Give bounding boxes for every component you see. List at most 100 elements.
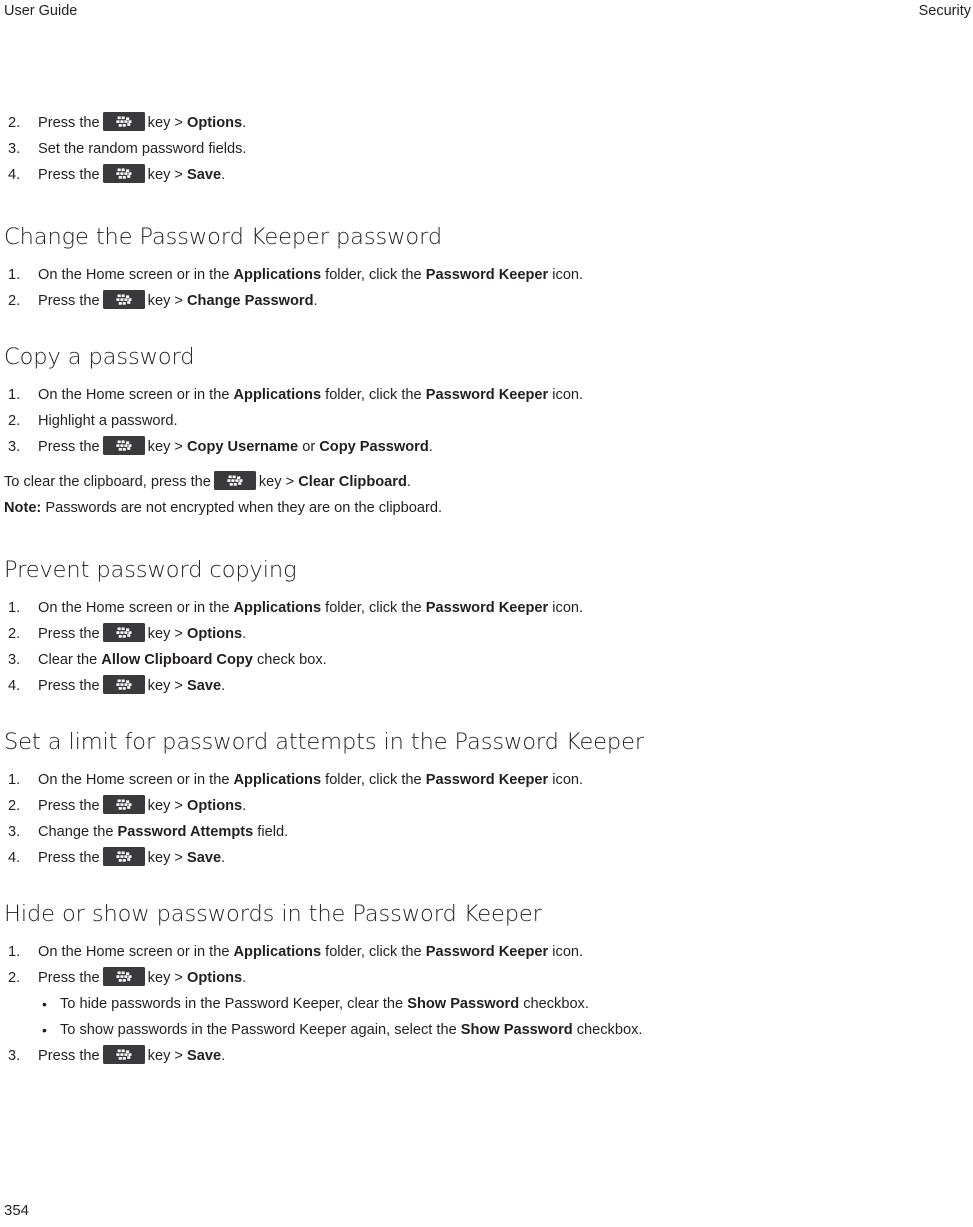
step-bold-term: Change Password <box>187 293 314 309</box>
step-text-pre: Press the <box>38 115 100 131</box>
step-text-pre: On the Home screen or in the <box>38 387 230 403</box>
step-text-pre: On the Home screen or in the <box>38 944 230 960</box>
list-marker: 4. <box>8 678 21 694</box>
step-bold-term: Copy Username <box>187 439 299 455</box>
step-text: Set the random password fields. <box>38 141 247 157</box>
step-text-post: check box. <box>256 652 327 668</box>
paragraph-text-post: . <box>406 474 411 490</box>
step-list-password-attempts: 1. On the Home screen or in the Applicat… <box>0 767 960 871</box>
step-text-pre: Change the <box>38 824 114 840</box>
bullet-text-post: checkbox. <box>523 996 589 1012</box>
step-list-hide-show-passwords: 1. On the Home screen or in the Applicat… <box>0 939 960 991</box>
step-bold-term: Allow Clipboard Copy <box>101 652 253 668</box>
step-text-mid: folder, click the <box>325 387 422 403</box>
list-item: 4. Press the key > Save. <box>0 845 960 871</box>
step-bold-term-2: Password Keeper <box>425 772 549 788</box>
step-text-post: icon. <box>552 944 584 960</box>
list-marker: 2. <box>8 413 21 429</box>
step-text-post: . <box>242 798 247 814</box>
list-item: 2. Press the key > Options. <box>0 965 960 991</box>
blackberry-menu-key-icon <box>213 471 256 490</box>
note-label: Note: <box>4 500 42 516</box>
list-marker: 2. <box>8 115 21 131</box>
step-text-pre: Press the <box>38 439 100 455</box>
step-bold-term: Applications <box>233 267 322 283</box>
list-marker: 4. <box>8 167 21 183</box>
step-text-post: . <box>428 439 433 455</box>
step-text-mid: folder, click the <box>325 772 422 788</box>
step-text-pre: On the Home screen or in the <box>38 600 230 616</box>
list-marker: 3. <box>8 141 21 157</box>
page-number: 354 <box>4 1202 30 1219</box>
step-bold-term: Save <box>187 167 222 183</box>
step-text-post: . <box>221 850 226 866</box>
step-text-mid: key > <box>147 850 183 866</box>
step-text-mid: key > <box>147 798 183 814</box>
list-marker: 3. <box>8 1048 21 1064</box>
list-item: 1. On the Home screen or in the Applicat… <box>0 595 960 621</box>
step-bold-term: Applications <box>233 772 322 788</box>
step-list-copy-password: 1. On the Home screen or in the Applicat… <box>0 382 960 460</box>
section-heading-change-password: Change the Password Keeper password <box>4 224 443 250</box>
note-text: Passwords are not encrypted when they ar… <box>45 500 443 516</box>
blackberry-menu-key-icon <box>102 164 145 183</box>
paragraph-bold-term: Clear Clipboard <box>298 474 407 490</box>
step-text-mid: key > <box>147 293 183 309</box>
blackberry-menu-key-icon <box>102 967 145 986</box>
header-document-title: User Guide <box>4 3 78 19</box>
step-text-post: . <box>221 678 226 694</box>
clear-clipboard-paragraph: To clear the clipboard, press the key > C… <box>0 469 960 495</box>
list-marker: 1. <box>8 600 21 616</box>
step-bold-term: Options <box>187 626 243 642</box>
bullet-marker: • <box>42 996 47 1012</box>
bullet-text-pre: To show passwords in the Password Keeper… <box>60 1022 457 1038</box>
list-item: 1. On the Home screen or in the Applicat… <box>0 382 960 408</box>
step-text-pre: Press the <box>38 970 100 986</box>
list-item: 4. Press the key > Save. <box>0 673 960 699</box>
step-text-mid: key > <box>147 678 183 694</box>
bullet-marker: • <box>42 1022 47 1038</box>
list-marker: 3. <box>8 824 21 840</box>
list-item: 3. Press the key > Save. <box>0 1043 960 1069</box>
bullet-text-pre: To hide passwords in the Password Keeper… <box>60 996 404 1012</box>
step-list-change-password: 1. On the Home screen or in the Applicat… <box>0 262 960 314</box>
step-bold-term: Save <box>187 1048 222 1064</box>
step-text-post: field. <box>257 824 289 840</box>
bullet-bold-term: Show Password <box>407 996 520 1012</box>
section-heading-copy-password: Copy a password <box>4 344 195 370</box>
blackberry-menu-key-icon <box>102 1045 145 1064</box>
step-text-post: icon. <box>552 600 584 616</box>
list-marker: 4. <box>8 850 21 866</box>
step-text-post: . <box>221 1048 226 1064</box>
step-text-mid: folder, click the <box>325 600 422 616</box>
bullet-bold-term: Show Password <box>460 1022 573 1038</box>
section-heading-password-attempts: Set a limit for password attempts in the… <box>4 729 645 755</box>
step-bold-term: Options <box>187 115 243 131</box>
section-heading-prevent-copying: Prevent password copying <box>4 557 297 583</box>
list-item: 2. Press the key > Options. <box>0 793 960 819</box>
step-text-mid: key > <box>147 626 183 642</box>
step-text-mid: key > <box>147 167 183 183</box>
step-text-pre: Press the <box>38 850 100 866</box>
step-text-pre: On the Home screen or in the <box>38 267 230 283</box>
blackberry-menu-key-icon <box>102 675 145 694</box>
list-item: 2. Highlight a password. <box>0 408 960 434</box>
step-text-pre: Press the <box>38 678 100 694</box>
running-header: User Guide Security <box>0 0 973 22</box>
step-text-post: . <box>242 626 247 642</box>
step-text-mid: key > <box>147 115 183 131</box>
list-item: 3. Press the key > Copy Username or Copy … <box>0 434 960 460</box>
list-item: 1. On the Home screen or in the Applicat… <box>0 767 960 793</box>
step-bold-term: Applications <box>233 387 322 403</box>
step-text-pre: On the Home screen or in the <box>38 772 230 788</box>
step-bold-term-2: Password Keeper <box>425 600 549 616</box>
step-bold-term: Options <box>187 970 243 986</box>
step-bold-term-2: Password Keeper <box>425 267 549 283</box>
step-text-pre: Press the <box>38 798 100 814</box>
list-marker: 3. <box>8 652 21 668</box>
step-text-pre: Press the <box>38 1048 100 1064</box>
step-text-pre: Press the <box>38 167 100 183</box>
blackberry-menu-key-icon <box>102 436 145 455</box>
step-text-mid: key > <box>147 439 183 455</box>
step-list-hide-show-passwords-final: 3. Press the key > Save. <box>0 1043 960 1069</box>
